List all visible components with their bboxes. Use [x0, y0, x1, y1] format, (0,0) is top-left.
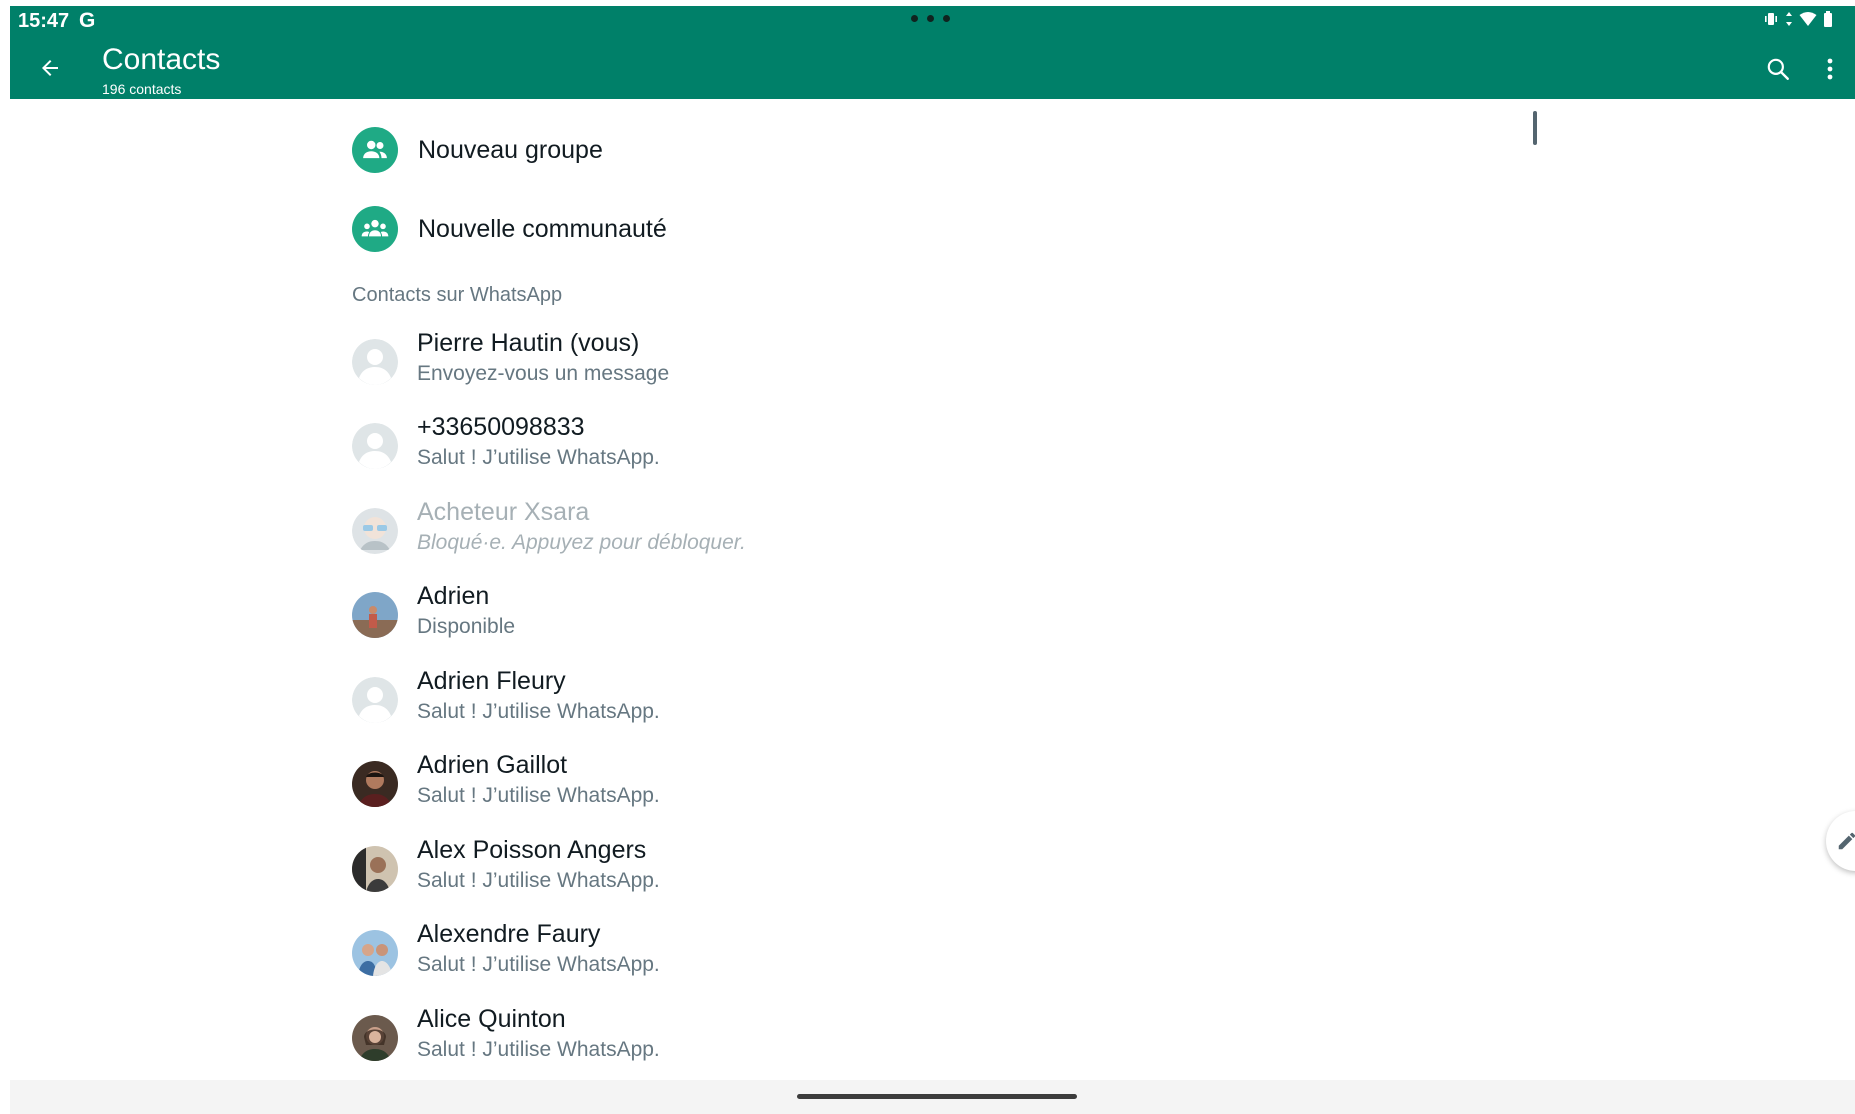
status-time: 15:47 [18, 10, 70, 32]
arrow-left-icon [42, 60, 58, 76]
contact-row[interactable]: Adrien Fleury Salut ! J’utilise WhatsApp… [352, 665, 1252, 735]
contact-row[interactable]: Adrien Disponible [352, 580, 1252, 650]
community-icon [352, 206, 398, 252]
contact-name: Acheteur Xsara [417, 498, 590, 526]
status-icons [1763, 11, 1833, 27]
system-nav-bar [10, 1080, 1855, 1114]
contact-name: Alexendre Faury [417, 920, 601, 948]
contact-photo-avatar [352, 1015, 398, 1061]
search-button[interactable] [1761, 52, 1795, 86]
contact-status: Salut ! J’utilise WhatsApp. [417, 446, 660, 469]
contacts-list[interactable]: Nouveau groupe Nouvelle communauté Conta… [10, 99, 1855, 1086]
new-community-button[interactable]: Nouvelle communauté [352, 201, 1052, 257]
new-group-label: Nouveau groupe [418, 135, 603, 164]
contact-photo-avatar [352, 846, 398, 892]
app-bar: 15:47 G Contacts 196 contacts [10, 6, 1855, 99]
data-arrows-icon [1786, 12, 1792, 26]
section-header: Contacts sur WhatsApp [352, 284, 563, 306]
default-avatar-icon [352, 339, 398, 385]
contact-photo-avatar [352, 592, 398, 638]
contact-status: Salut ! J’utilise WhatsApp. [417, 1038, 660, 1061]
scrollbar-thumb[interactable] [1533, 111, 1537, 145]
vibrate-icon [1765, 13, 1777, 25]
edit-pencil-icon [1838, 832, 1855, 850]
contact-photo-avatar [352, 930, 398, 976]
page-title: Contacts [102, 43, 221, 76]
contact-count: 196 contacts [102, 81, 182, 97]
contact-status: Salut ! J’utilise WhatsApp. [417, 869, 660, 892]
default-avatar-icon [352, 423, 398, 469]
more-options-button[interactable] [1818, 52, 1842, 86]
battery-icon [1824, 11, 1832, 27]
window-handle-dots[interactable] [911, 15, 950, 22]
more-vert-icon [1827, 58, 1833, 80]
back-button[interactable] [32, 50, 68, 86]
contact-status: Envoyez-vous un message [417, 362, 670, 385]
contact-row[interactable]: Pierre Hautin (vous) Envoyez-vous un mes… [352, 327, 1252, 397]
contact-status: Bloqué·e. Appuyez pour débloquer. [417, 531, 746, 554]
contact-name: Alex Poisson Angers [417, 836, 647, 864]
contact-row[interactable]: Adrien Gaillot Salut ! J’utilise WhatsAp… [352, 749, 1252, 819]
contact-status: Salut ! J’utilise WhatsApp. [417, 953, 660, 976]
new-group-button[interactable]: Nouveau groupe [352, 122, 1052, 178]
contact-row[interactable]: Alice Quinton Salut ! J’utilise WhatsApp… [352, 1003, 1252, 1073]
new-community-label: Nouvelle communauté [418, 214, 667, 243]
contact-name: Adrien Fleury [417, 667, 566, 695]
contact-photo-avatar [352, 508, 398, 554]
group-icon [352, 127, 398, 173]
contact-name: Alice Quinton [417, 1005, 566, 1033]
contact-row[interactable]: Alexendre Faury Salut ! J’utilise WhatsA… [352, 918, 1252, 988]
carrier-icon: G [79, 9, 96, 32]
wifi-icon [1799, 12, 1817, 26]
contact-row[interactable]: Alex Poisson Angers Salut ! J’utilise Wh… [352, 834, 1252, 904]
contact-name: Adrien Gaillot [417, 751, 568, 779]
contact-status: Disponible [417, 615, 516, 638]
contact-status: Salut ! J’utilise WhatsApp. [417, 700, 660, 723]
contact-name: Adrien [417, 582, 490, 610]
edit-fab-button[interactable] [1826, 811, 1855, 871]
contact-row[interactable]: +33650098833 Salut ! J’utilise WhatsApp. [352, 411, 1252, 481]
gesture-handle[interactable] [797, 1094, 1077, 1099]
contact-photo-avatar [352, 761, 398, 807]
default-avatar-icon [352, 677, 398, 723]
search-icon [1767, 58, 1789, 80]
contact-name: +33650098833 [417, 413, 585, 441]
contact-name: Pierre Hautin (vous) [417, 329, 640, 357]
contact-status: Salut ! J’utilise WhatsApp. [417, 784, 660, 807]
app-window: 15:47 G Contacts 196 contacts Nouveau gr… [10, 6, 1855, 1114]
contact-row-blocked[interactable]: Acheteur Xsara Bloqué·e. Appuyez pour dé… [352, 496, 1252, 566]
